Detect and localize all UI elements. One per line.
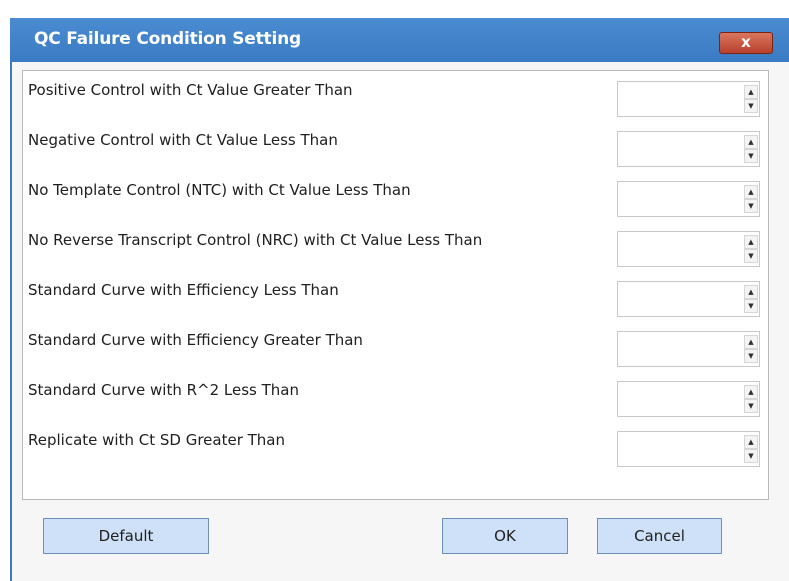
dialog-title: QC Failure Condition Setting bbox=[34, 29, 301, 49]
increment-button[interactable]: ▲ bbox=[744, 185, 758, 199]
triangle-down-icon: ▼ bbox=[748, 152, 754, 160]
condition-label-replicate-sd: Replicate with Ct SD Greater Than bbox=[28, 431, 285, 449]
efficiency-greater-input[interactable] bbox=[618, 332, 742, 366]
conditions-panel: Positive Control with Ct Value Greater T… bbox=[22, 70, 769, 500]
efficiency-less-input[interactable] bbox=[618, 282, 742, 316]
condition-label-r-squared: Standard Curve with R^2 Less Than bbox=[28, 381, 300, 399]
decrement-button[interactable]: ▼ bbox=[744, 399, 758, 413]
condition-label-efficiency-less: Standard Curve with Efficiency Less Than bbox=[28, 281, 339, 299]
triangle-down-icon: ▼ bbox=[748, 252, 754, 260]
triangle-down-icon: ▼ bbox=[748, 402, 754, 410]
triangle-up-icon: ▲ bbox=[748, 88, 754, 96]
spinner-efficiency-greater: ▲ ▼ bbox=[617, 331, 760, 367]
triangle-up-icon: ▲ bbox=[748, 138, 754, 146]
decrement-button[interactable]: ▼ bbox=[744, 449, 758, 463]
cancel-button[interactable]: Cancel bbox=[597, 518, 722, 554]
decrement-button[interactable]: ▼ bbox=[744, 199, 758, 213]
increment-button[interactable]: ▲ bbox=[744, 85, 758, 99]
decrement-button[interactable]: ▼ bbox=[744, 99, 758, 113]
increment-button[interactable]: ▲ bbox=[744, 435, 758, 449]
condition-label-positive-control: Positive Control with Ct Value Greater T… bbox=[28, 81, 353, 99]
spinner-efficiency-less: ▲ ▼ bbox=[617, 281, 760, 317]
triangle-down-icon: ▼ bbox=[748, 302, 754, 310]
triangle-down-icon: ▼ bbox=[748, 452, 754, 460]
decrement-button[interactable]: ▼ bbox=[744, 349, 758, 363]
triangle-up-icon: ▲ bbox=[748, 438, 754, 446]
condition-label-negative-control: Negative Control with Ct Value Less Than bbox=[28, 131, 338, 149]
close-button[interactable]: x bbox=[719, 32, 773, 54]
condition-label-ntc: No Template Control (NTC) with Ct Value … bbox=[28, 181, 411, 199]
triangle-up-icon: ▲ bbox=[748, 338, 754, 346]
ok-button[interactable]: OK bbox=[442, 518, 568, 554]
triangle-down-icon: ▼ bbox=[748, 352, 754, 360]
qc-failure-dialog: QC Failure Condition Setting x Positive … bbox=[0, 0, 789, 581]
default-button[interactable]: Default bbox=[43, 518, 209, 554]
increment-button[interactable]: ▲ bbox=[744, 385, 758, 399]
condition-label-nrc: No Reverse Transcript Control (NRC) with… bbox=[28, 231, 483, 249]
decrement-button[interactable]: ▼ bbox=[744, 149, 758, 163]
increment-button[interactable]: ▲ bbox=[744, 235, 758, 249]
spinner-negative-control: ▲ ▼ bbox=[617, 131, 760, 167]
triangle-up-icon: ▲ bbox=[748, 188, 754, 196]
condition-label-efficiency-greater: Standard Curve with Efficiency Greater T… bbox=[28, 331, 363, 349]
ntc-ct-input[interactable] bbox=[618, 182, 742, 216]
spinner-replicate-sd: ▲ ▼ bbox=[617, 431, 760, 467]
spinner-ntc: ▲ ▼ bbox=[617, 181, 760, 217]
increment-button[interactable]: ▲ bbox=[744, 335, 758, 349]
nrc-ct-input[interactable] bbox=[618, 232, 742, 266]
negative-control-ct-input[interactable] bbox=[618, 132, 742, 166]
triangle-up-icon: ▲ bbox=[748, 238, 754, 246]
spinner-nrc: ▲ ▼ bbox=[617, 231, 760, 267]
spinner-positive-control: ▲ ▼ bbox=[617, 81, 760, 117]
triangle-down-icon: ▼ bbox=[748, 202, 754, 210]
triangle-up-icon: ▲ bbox=[748, 288, 754, 296]
title-bar: QC Failure Condition Setting x bbox=[10, 18, 789, 62]
increment-button[interactable]: ▲ bbox=[744, 135, 758, 149]
replicate-sd-input[interactable] bbox=[618, 432, 742, 466]
close-icon: x bbox=[741, 33, 751, 51]
triangle-down-icon: ▼ bbox=[748, 102, 754, 110]
decrement-button[interactable]: ▼ bbox=[744, 299, 758, 313]
decrement-button[interactable]: ▼ bbox=[744, 249, 758, 263]
r-squared-input[interactable] bbox=[618, 382, 742, 416]
spinner-r-squared: ▲ ▼ bbox=[617, 381, 760, 417]
triangle-up-icon: ▲ bbox=[748, 388, 754, 396]
positive-control-ct-input[interactable] bbox=[618, 82, 742, 116]
increment-button[interactable]: ▲ bbox=[744, 285, 758, 299]
